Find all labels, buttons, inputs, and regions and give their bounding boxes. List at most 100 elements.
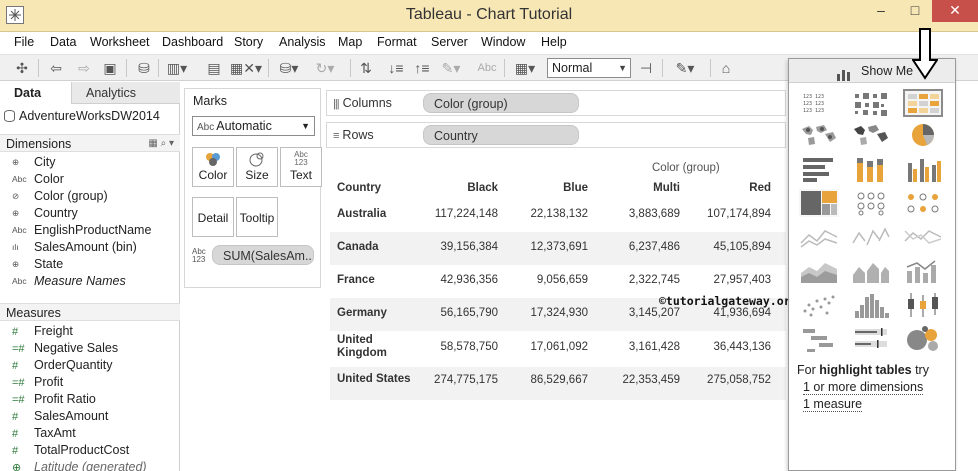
pin-icon[interactable]: ⊣ (636, 59, 656, 77)
field-profit-ratio[interactable]: =# Profit Ratio (12, 391, 96, 408)
field-order-quantity[interactable]: # OrderQuantity (12, 357, 113, 374)
country-pill[interactable]: Country (423, 125, 579, 145)
marks-color-button[interactable]: Color (192, 147, 234, 187)
continuous-lines-chart-icon[interactable] (799, 223, 839, 251)
menu-format[interactable]: Format (377, 35, 417, 49)
pause-updates-icon[interactable]: ⛁▾ (276, 59, 302, 77)
field-taxamt[interactable]: # TaxAmt (12, 425, 76, 442)
undo-arrow-icon[interactable]: ⇦ (46, 59, 66, 77)
row-label-france[interactable]: France (337, 274, 375, 286)
sum-salesamount-pill[interactable]: SUM(SalesAm.. (212, 245, 314, 265)
columns-shelf[interactable]: ||| Columns Color (group) (326, 90, 786, 116)
symbol-map-chart-icon[interactable] (799, 121, 839, 149)
table-cell[interactable]: 56,165,790 (422, 307, 498, 319)
side-by-side-circles-chart-icon[interactable] (903, 189, 943, 217)
field-total-product-cost[interactable]: # TotalProductCost (12, 442, 129, 459)
redo-arrow-icon[interactable]: ⇨ (74, 59, 94, 77)
gantt-chart-icon[interactable] (799, 325, 839, 353)
field-freight[interactable]: # Freight (12, 323, 73, 340)
field-salesamount[interactable]: # SalesAmount (12, 408, 108, 425)
datasource-item[interactable]: AdventureWorksDW2014 (4, 109, 160, 127)
field-profit[interactable]: =# Profit (12, 374, 63, 391)
packed-bubbles-chart-icon[interactable] (903, 325, 943, 353)
rows-shelf[interactable]: ≡ Rows Country (326, 122, 786, 148)
column-header-blue[interactable]: Blue (512, 182, 588, 194)
row-label-united-states[interactable]: United States (337, 373, 411, 385)
table-cell[interactable]: 22,138,132 (512, 208, 588, 220)
field-latitude-generated[interactable]: ⊕ Latitude (generated) (12, 459, 147, 471)
table-cell[interactable]: 45,105,894 (695, 241, 771, 253)
maximize-button[interactable]: □ (900, 0, 930, 22)
stacked-bars-chart-icon[interactable] (851, 155, 891, 183)
menu-server[interactable]: Server (431, 35, 468, 49)
clear-sheet-icon[interactable]: ▦✕▾ (230, 59, 262, 77)
table-cell[interactable]: 39,156,384 (422, 241, 498, 253)
row-label-canada[interactable]: Canada (337, 241, 379, 253)
horizontal-bars-chart-icon[interactable] (799, 155, 839, 183)
table-cell[interactable]: 36,443,136 (695, 341, 771, 353)
area-discrete-chart-icon[interactable] (851, 257, 891, 285)
new-worksheet-icon[interactable]: ▥▾ (164, 59, 190, 77)
menu-story[interactable]: Story (234, 35, 263, 49)
row-label-germany[interactable]: Germany (337, 307, 387, 319)
table-cell[interactable]: 17,061,092 (512, 341, 588, 353)
menu-map[interactable]: Map (338, 35, 362, 49)
save-icon[interactable]: ▣ (100, 59, 120, 77)
sort-descending-icon[interactable]: ↑≡ (412, 59, 432, 77)
table-cell[interactable]: 3,161,428 (604, 341, 680, 353)
table-cell[interactable]: 107,174,894 (695, 208, 771, 220)
field-english-product-name[interactable]: Abc EnglishProductName (12, 222, 151, 239)
field-city[interactable]: ⊕ City (12, 154, 56, 171)
sort-ascending-icon[interactable]: ↓≡ (386, 59, 406, 77)
highlight-table-chart-icon[interactable] (903, 89, 943, 117)
field-state[interactable]: ⊕ State (12, 256, 63, 273)
table-cell[interactable]: 275,058,752 (695, 374, 771, 386)
table-cell[interactable]: 3,883,689 (604, 208, 680, 220)
minimize-button[interactable]: – (866, 0, 896, 22)
color-group-pill[interactable]: Color (group) (423, 93, 579, 113)
table-cell[interactable]: 12,373,691 (512, 241, 588, 253)
table-cell[interactable]: 41,936,694 (695, 307, 771, 319)
table-cell[interactable]: 17,324,930 (512, 307, 588, 319)
dual-combination-chart-icon[interactable] (903, 257, 943, 285)
marks-tooltip-button[interactable]: Tooltip (236, 197, 278, 237)
menu-file[interactable]: File (14, 35, 34, 49)
field-country[interactable]: ⊕ Country (12, 205, 78, 222)
menu-worksheet[interactable]: Worksheet (90, 35, 150, 49)
histogram-chart-icon[interactable] (851, 291, 891, 319)
field-salesamount-bin[interactable]: ılı SalesAmount (bin) (12, 239, 137, 256)
scatter-plot-chart-icon[interactable] (799, 291, 839, 319)
close-button[interactable]: ✕ (932, 0, 978, 22)
column-header-multi[interactable]: Multi (604, 182, 680, 194)
field-measure-names[interactable]: Abc Measure Names (12, 273, 126, 290)
pie-chart-icon[interactable] (903, 121, 943, 149)
table-cell[interactable]: 27,957,403 (695, 274, 771, 286)
row-label-australia[interactable]: Australia (337, 208, 386, 220)
discrete-lines-chart-icon[interactable] (851, 223, 891, 251)
highlight-icon[interactable]: ✎▾ (438, 59, 464, 77)
tab-data[interactable]: Data (0, 82, 72, 104)
field-color-group[interactable]: ⊘ Color (group) (12, 188, 108, 205)
refresh-icon[interactable]: ↻▾ (312, 59, 338, 77)
column-header-black[interactable]: Black (422, 182, 498, 194)
table-cell[interactable]: 3,145,207 (604, 307, 680, 319)
heat-map-chart-icon[interactable] (851, 89, 891, 117)
side-by-side-bars-chart-icon[interactable] (903, 155, 943, 183)
menu-analysis[interactable]: Analysis (279, 35, 326, 49)
table-cell[interactable]: 6,237,486 (604, 241, 680, 253)
annotate-pen-icon[interactable]: ✎▾ (668, 59, 702, 77)
tableau-logo-icon[interactable]: ✣ (12, 59, 32, 77)
area-continuous-chart-icon[interactable] (799, 257, 839, 285)
table-cell[interactable]: 58,578,750 (422, 341, 498, 353)
marks-text-button[interactable]: Abc 123 Text (280, 147, 322, 187)
column-header-red[interactable]: Red (695, 182, 771, 194)
marks-size-button[interactable]: Size (236, 147, 278, 187)
table-cell[interactable]: 117,224,148 (422, 208, 498, 220)
box-and-whisker-chart-icon[interactable] (903, 291, 943, 319)
show-labels-icon[interactable]: Abc (474, 59, 500, 77)
marks-detail-button[interactable]: Detail (192, 197, 234, 237)
field-negative-sales[interactable]: =# Negative Sales (12, 340, 118, 357)
new-datasource-icon[interactable]: ⛁ (134, 59, 154, 77)
row-label-united-kingdom[interactable]: United Kingdom (337, 334, 387, 360)
table-cell[interactable]: 2,322,745 (604, 274, 680, 286)
